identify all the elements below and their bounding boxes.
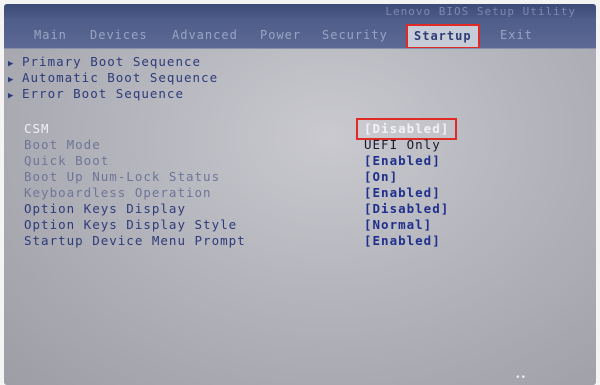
tab-power[interactable]: Power (260, 28, 301, 42)
tab-startup[interactable]: Startup (406, 24, 480, 49)
submenu-automatic-boot-sequence[interactable]: ▶ Automatic Boot Sequence (8, 70, 218, 85)
submenu-error-boot-sequence[interactable]: ▶ Error Boot Sequence (8, 86, 184, 101)
triangle-right-icon: ▶ (8, 75, 15, 85)
option-keys-display-value[interactable]: [Disabled] (364, 201, 449, 216)
triangle-right-icon: ▶ (8, 59, 15, 69)
option-keys-display-style-value[interactable]: [Normal] (364, 217, 432, 232)
option-startup-menu-prompt-label[interactable]: Startup Device Menu Prompt (24, 233, 246, 248)
submenu-label: Primary Boot Sequence (22, 54, 202, 69)
option-csm-label[interactable]: CSM (24, 121, 50, 136)
option-quick-boot-value[interactable]: [Enabled] (364, 153, 441, 168)
option-numlock-label[interactable]: Boot Up Num-Lock Status (24, 169, 220, 184)
title-strip: Lenovo BIOS Setup Utility (4, 4, 596, 18)
photo-frame: Lenovo BIOS Setup Utility Main Devices A… (0, 0, 600, 385)
tab-advanced[interactable]: Advanced (172, 28, 238, 42)
tab-security[interactable]: Security (322, 28, 388, 42)
triangle-right-icon: ▶ (8, 91, 15, 101)
option-keys-display-label[interactable]: Option Keys Display (24, 201, 186, 216)
submenu-primary-boot-sequence[interactable]: ▶ Primary Boot Sequence (8, 54, 201, 69)
tab-devices[interactable]: Devices (90, 28, 148, 42)
option-keyboardless-value[interactable]: [Enabled] (364, 185, 441, 200)
tab-main[interactable]: Main (34, 28, 67, 42)
option-quick-boot-label[interactable]: Quick Boot (24, 153, 109, 168)
product-title: Lenovo BIOS Setup Utility (385, 5, 576, 18)
submenu-label: Automatic Boot Sequence (22, 70, 219, 85)
bios-screen: Lenovo BIOS Setup Utility Main Devices A… (4, 4, 596, 385)
option-keyboardless-label[interactable]: Keyboardless Operation (24, 185, 212, 200)
option-numlock-value[interactable]: [On] (364, 169, 398, 184)
submenu-label: Error Boot Sequence (22, 86, 184, 101)
option-boot-mode-value: UEFI Only (364, 137, 441, 152)
corner-mark-icon: •• (515, 373, 526, 383)
option-startup-menu-prompt-value[interactable]: [Enabled] (364, 233, 441, 248)
option-boot-mode-label: Boot Mode (24, 137, 101, 152)
option-keys-display-style-label[interactable]: Option Keys Display Style (24, 217, 237, 232)
menu-bar: Main Devices Advanced Power Security Sta… (4, 18, 596, 49)
menu-divider (4, 48, 596, 49)
tab-exit[interactable]: Exit (500, 28, 533, 42)
